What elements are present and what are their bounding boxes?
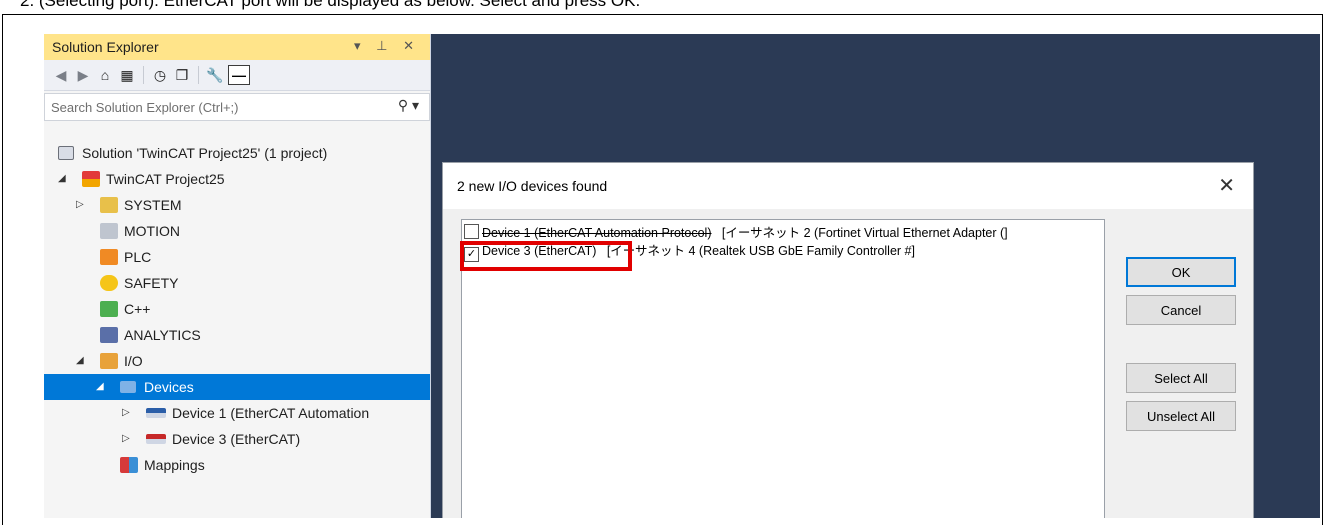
io-icon (100, 353, 118, 369)
highlight-box (460, 241, 632, 271)
tree-node-devices[interactable]: ◢ Devices (44, 374, 430, 400)
device-adapter: [イーサネット 2 (Fortinet Virtual Ethernet Ada… (721, 226, 1008, 240)
search-icon[interactable]: ⚲ ▾ (398, 97, 419, 114)
tree-node-label: C++ (124, 301, 151, 317)
tree-node-motion[interactable]: MOTION (44, 218, 430, 244)
tree-node-io[interactable]: ◢ I/O (44, 348, 430, 374)
collapsed-arrow-icon[interactable]: ▷ (122, 426, 130, 452)
collapsed-arrow-icon[interactable]: ▷ (76, 192, 84, 218)
motion-icon (100, 223, 118, 239)
tree-node-project[interactable]: ◢ TwinCAT Project25 (44, 166, 430, 192)
devices-icon (120, 381, 136, 393)
tree-node-system[interactable]: ▷ SYSTEM (44, 192, 430, 218)
tree-node-label: MOTION (124, 223, 180, 239)
tree-node-label: SYSTEM (124, 197, 182, 213)
system-icon (100, 197, 118, 213)
window-controls[interactable]: ▾ ⊥ ✕ (354, 38, 420, 54)
select-all-button[interactable]: Select All (1126, 363, 1236, 393)
tree-node-label: PLC (124, 249, 152, 265)
preview-icon[interactable]: — (228, 65, 250, 85)
tree-node-label: Mappings (144, 457, 205, 473)
cpp-icon (100, 301, 118, 317)
dialog-titlebar: 2 new I/O devices found ✕ (443, 163, 1253, 209)
tree-node-safety[interactable]: SAFETY (44, 270, 430, 296)
solution-explorer-toolbar: ◀ ▶ ⌂ ▦ ◷ ❐ 🔧 — (44, 60, 430, 91)
tree-node-plc[interactable]: PLC (44, 244, 430, 270)
ethercat-device-icon (146, 434, 166, 444)
ok-button[interactable]: OK (1126, 257, 1236, 287)
switch-views-icon[interactable]: ▦ (118, 66, 136, 84)
device-checkbox-1[interactable] (464, 224, 479, 239)
properties-wrench-icon[interactable]: 🔧 (206, 66, 224, 84)
tree-node-analytics[interactable]: ANALYTICS (44, 322, 430, 348)
solution-tree: Solution 'TwinCAT Project25' (1 project)… (44, 140, 430, 478)
tree-node-label: Solution 'TwinCAT Project25' (1 project) (82, 145, 328, 161)
panel-title: Solution Explorer (52, 39, 159, 55)
device-row-1[interactable]: Device 1 (EtherCAT Automation Protocol) … (464, 224, 1008, 242)
new-io-devices-dialog: 2 new I/O devices found ✕ Device 1 (Ethe… (442, 162, 1254, 518)
toolbar-separator (198, 66, 199, 84)
back-icon[interactable]: ◀ (52, 66, 70, 84)
screenshot: Solution Explorer ▾ ⊥ ✕ ◀ ▶ ⌂ ▦ ◷ ❐ 🔧 — … (44, 34, 1320, 518)
dialog-title: 2 new I/O devices found (457, 178, 608, 194)
cancel-button[interactable]: Cancel (1126, 295, 1236, 325)
instruction-caption: 2. (Selecting port). EtherCAT port will … (20, 0, 641, 10)
pending-changes-icon[interactable]: ◷ (151, 66, 169, 84)
solution-explorer-titlebar: Solution Explorer ▾ ⊥ ✕ (44, 34, 430, 60)
expanded-arrow-icon[interactable]: ◢ (76, 348, 84, 374)
collapse-all-icon[interactable]: ❐ (173, 66, 191, 84)
tree-node-label: Device 3 (EtherCAT) (172, 431, 301, 447)
tree-node-solution[interactable]: Solution 'TwinCAT Project25' (1 project) (44, 140, 430, 166)
forward-icon[interactable]: ▶ (74, 66, 92, 84)
analytics-icon (100, 327, 118, 343)
toolbar-separator (143, 66, 144, 84)
search-input[interactable]: Search Solution Explorer (Ctrl+;) ⚲ ▾ (44, 93, 430, 121)
device-adapter: [イーサネット 4 (Realtek USB GbE Family Contro… (606, 244, 915, 258)
unselect-all-button[interactable]: Unselect All (1126, 401, 1236, 431)
search-placeholder: Search Solution Explorer (Ctrl+;) (51, 99, 239, 115)
tree-node-label: TwinCAT Project25 (106, 171, 225, 187)
expanded-arrow-icon[interactable]: ◢ (58, 166, 66, 192)
safety-icon (100, 275, 118, 291)
tree-node-device-3[interactable]: ▷ Device 3 (EtherCAT) (44, 426, 430, 452)
tree-node-label: Devices (144, 379, 194, 395)
tree-node-label: Device 1 (EtherCAT Automation (172, 405, 370, 421)
close-icon[interactable]: ✕ (1218, 173, 1235, 198)
plc-icon (100, 249, 118, 265)
expanded-arrow-icon[interactable]: ◢ (96, 374, 104, 400)
solution-explorer-panel: Solution Explorer ▾ ⊥ ✕ ◀ ▶ ⌂ ▦ ◷ ❐ 🔧 — … (44, 34, 431, 518)
collapsed-arrow-icon[interactable]: ▷ (122, 400, 130, 426)
tree-node-mappings[interactable]: Mappings (44, 452, 430, 478)
tree-node-label: SAFETY (124, 275, 179, 291)
solution-icon (58, 146, 74, 160)
ethercat-device-icon (146, 408, 166, 418)
tree-node-cpp[interactable]: C++ (44, 296, 430, 322)
device-name: Device 1 (EtherCAT Automation Protocol) (482, 226, 712, 240)
project-icon (82, 171, 100, 187)
tree-node-device-1[interactable]: ▷ Device 1 (EtherCAT Automation (44, 400, 430, 426)
mappings-icon (120, 457, 138, 473)
tree-node-label: I/O (124, 353, 143, 369)
home-icon[interactable]: ⌂ (96, 66, 114, 84)
tree-node-label: ANALYTICS (124, 327, 201, 343)
